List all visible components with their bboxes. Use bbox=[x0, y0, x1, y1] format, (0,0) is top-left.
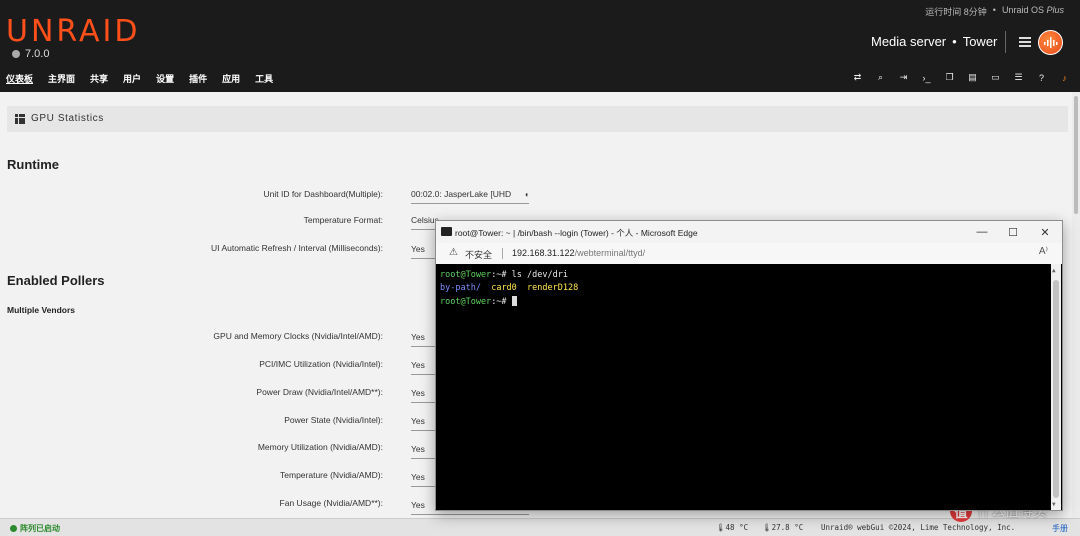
header-divider bbox=[1005, 31, 1006, 53]
terminal-line: root@Tower:~# ls /dev/dri bbox=[440, 270, 568, 280]
edge-terminal-window: root@Tower: ~ | /bin/bash --login (Tower… bbox=[435, 220, 1063, 511]
setting-label: Temperature Format: bbox=[303, 215, 383, 225]
status-footer: 阵列已启动 🌡48 °C 🌡27.8 °C Unraid® webGui ©20… bbox=[0, 518, 1080, 536]
switch-icon[interactable]: ⇄ bbox=[852, 72, 863, 83]
nav-users[interactable]: 用户 bbox=[123, 72, 141, 85]
grid-icon bbox=[15, 114, 25, 124]
scroll-up-icon[interactable]: ▲ bbox=[1052, 267, 1056, 274]
array-status: 阵列已启动 bbox=[10, 523, 60, 534]
minimize-button[interactable]: — bbox=[974, 224, 990, 240]
board-temp: 🌡27.8 °C bbox=[762, 523, 804, 532]
nav-dashboard[interactable]: 仪表板 bbox=[6, 72, 33, 85]
manual-link[interactable]: 手册 bbox=[1052, 523, 1068, 534]
window-titlebar[interactable]: root@Tower: ~ | /bin/bash --login (Tower… bbox=[436, 221, 1062, 243]
read-aloud-icon[interactable]: A⁾ bbox=[1039, 246, 1048, 257]
terminal-line: root@Tower:~# bbox=[440, 296, 517, 307]
server-identity: Media server • Tower bbox=[871, 34, 997, 49]
setting-label: PCI/IMC Utilization (Nvidia/Intel): bbox=[259, 359, 383, 369]
hamburger-menu-icon[interactable] bbox=[1019, 37, 1031, 47]
copy-icon[interactable]: ❐ bbox=[944, 72, 955, 83]
nav-apps[interactable]: 应用 bbox=[222, 72, 240, 85]
search-icon[interactable]: ⌕ bbox=[875, 72, 886, 83]
setting-label: UI Automatic Refresh / Interval (Millise… bbox=[211, 243, 383, 253]
array-status-text: 阵列已启动 bbox=[20, 524, 60, 533]
setting-label: Unit ID for Dashboard(Multiple): bbox=[263, 189, 383, 199]
terminal-scrollbar[interactable]: ▲ ▼ bbox=[1051, 264, 1061, 510]
enabled-pollers-heading: Enabled Pollers bbox=[7, 273, 105, 288]
terminal-scroll-thumb[interactable] bbox=[1053, 280, 1059, 498]
address-bar[interactable]: ⚠ 不安全 192.168.31.122/webterminal/ttyd/ A… bbox=[436, 243, 1062, 264]
terminal-view[interactable]: root@Tower:~# ls /dev/dri by-path/ card0… bbox=[436, 264, 1062, 510]
unraid-wave-icon bbox=[1044, 37, 1058, 48]
toolbar-icons: ⇄ ⌕ ⇥ ›_ ❐ ▤ ▭ ☰ ? ♪ bbox=[852, 72, 1070, 83]
nav-main[interactable]: 主界面 bbox=[48, 72, 75, 85]
help-icon[interactable]: ? bbox=[1036, 72, 1047, 83]
setting-label: Power State (Nvidia/Intel): bbox=[284, 415, 383, 425]
user-avatar[interactable] bbox=[1038, 30, 1063, 55]
terminal-icon[interactable]: ›_ bbox=[921, 72, 932, 83]
bell-icon[interactable]: ♪ bbox=[1059, 72, 1070, 83]
gpu-statistics-bar: GPU Statistics bbox=[7, 106, 1068, 132]
scroll-down-icon[interactable]: ▼ bbox=[1052, 501, 1056, 508]
logout-icon[interactable]: ⇥ bbox=[898, 72, 909, 83]
copyright-text: Unraid® webGui ©2024, Lime Technology, I… bbox=[821, 523, 1016, 532]
insecure-label[interactable]: 不安全 bbox=[465, 248, 492, 261]
setting-label: Temperature (Nvidia/AMD): bbox=[280, 470, 383, 480]
array-started-icon bbox=[10, 525, 17, 532]
uptime-text: 运行时间 8分钟 bbox=[925, 7, 987, 17]
setting-label: Power Draw (Nvidia/Intel/AMD**): bbox=[256, 387, 383, 397]
version-text: 7.0.0 bbox=[25, 48, 50, 60]
log-icon[interactable]: ▤ bbox=[967, 72, 978, 83]
runtime-heading: Runtime bbox=[7, 157, 59, 172]
server-separator: • bbox=[952, 34, 957, 49]
nav-plugins[interactable]: 插件 bbox=[189, 72, 207, 85]
unit-id-select[interactable]: 00:02.0: JasperLake [UHD ◖ bbox=[411, 189, 529, 204]
terminal-line: by-path/ card0 renderD128 bbox=[440, 283, 579, 293]
window-title: root@Tower: ~ | /bin/bash --login (Tower… bbox=[455, 228, 698, 238]
monitor-icon[interactable]: ▭ bbox=[990, 72, 1001, 83]
uptime-separator: • bbox=[992, 5, 996, 15]
address-divider bbox=[502, 248, 503, 259]
multiple-vendors-heading: Multiple Vendors bbox=[7, 305, 76, 315]
setting-label: Fan Usage (Nvidia/AMD**): bbox=[279, 498, 383, 508]
setting-label: GPU and Memory Clocks (Nvidia/Intel/AMD)… bbox=[213, 331, 383, 341]
info-icon bbox=[12, 50, 20, 58]
chevron-down-icon: ◖ bbox=[524, 190, 529, 199]
os-name: Unraid OS Plus bbox=[1001, 5, 1064, 15]
unraid-logo[interactable]: UNRAID bbox=[6, 14, 141, 49]
close-button[interactable]: ✕ bbox=[1037, 224, 1053, 240]
server-name: Tower bbox=[962, 34, 998, 49]
cpu-temp: 🌡48 °C bbox=[716, 523, 749, 532]
maximize-button[interactable]: ☐ bbox=[1005, 224, 1021, 240]
temperature-readouts: 🌡48 °C 🌡27.8 °C bbox=[716, 523, 803, 532]
os-plus: Plus bbox=[1046, 5, 1064, 15]
nav-shares[interactable]: 共享 bbox=[90, 72, 108, 85]
uptime-bar: 运行时间 8分钟 • Unraid OS Plus bbox=[925, 5, 1064, 18]
scroll-thumb[interactable] bbox=[1074, 96, 1078, 214]
panel-title: GPU Statistics bbox=[31, 113, 104, 124]
top-header: UNRAID 7.0.0 运行时间 8分钟 • Unraid OS Plus M… bbox=[0, 0, 1080, 92]
terminal-app-icon bbox=[441, 227, 452, 236]
list-icon[interactable]: ☰ bbox=[1013, 72, 1024, 83]
terminal-cursor bbox=[511, 296, 517, 306]
nav-settings[interactable]: 设置 bbox=[156, 72, 174, 85]
setting-label: Memory Utilization (Nvidia/AMD): bbox=[257, 442, 383, 452]
version-info: 7.0.0 bbox=[12, 48, 49, 60]
url-text[interactable]: 192.168.31.122/webterminal/ttyd/ bbox=[512, 248, 645, 258]
server-description: Media server bbox=[871, 34, 947, 49]
warning-icon[interactable]: ⚠ bbox=[449, 247, 458, 258]
page-scrollbar[interactable] bbox=[1072, 92, 1080, 518]
main-nav: 仪表板 主界面 共享 用户 设置 插件 应用 工具 bbox=[6, 72, 273, 85]
nav-tools[interactable]: 工具 bbox=[255, 72, 273, 85]
